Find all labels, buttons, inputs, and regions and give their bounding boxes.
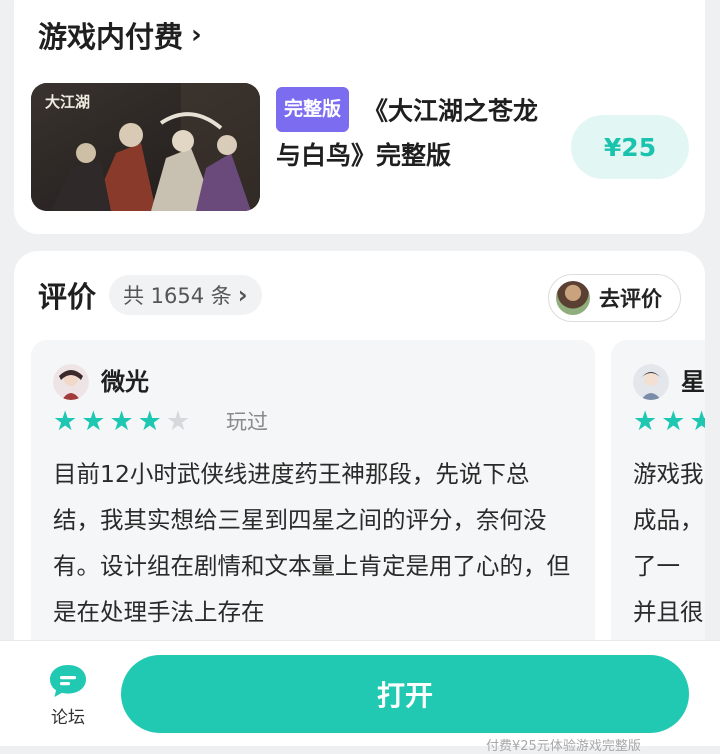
star-filled-icon: ★: [81, 406, 106, 437]
review-text-line: 并且很: [633, 598, 704, 626]
review-card[interactable]: 微光 ★ ★ ★ ★ ★ 玩过 目前12小时武侠线进度药王神那段，先说下总结，我其实想给…: [31, 340, 595, 671]
avatar: [633, 364, 669, 400]
review-text-line: 了一: [633, 552, 680, 580]
review-text: 目前12小时武侠线进度药王神那段，先说下总结，我其实想给三星到四星之间的评分，奈…: [53, 460, 570, 626]
review-text-line: 成品，: [633, 506, 704, 534]
game-thumbnail[interactable]: 大江湖: [31, 83, 260, 211]
review-card[interactable]: 星 ★★★★★ 游戏我 成品， 了一 并且很: [611, 340, 705, 671]
price-button[interactable]: ¥25: [571, 115, 689, 179]
my-avatar: [556, 281, 590, 315]
star-filled-icon: ★: [633, 406, 658, 437]
play-status: 玩过: [226, 410, 268, 434]
reviewer-name: 微光: [101, 368, 149, 396]
forum-button[interactable]: 论坛: [40, 663, 96, 728]
star-filled-icon: ★: [137, 406, 162, 437]
iap-section-header[interactable]: 游戏内付费 ›: [38, 14, 202, 56]
star-filled-icon: ★: [661, 406, 686, 437]
star-filled-icon: ★: [53, 406, 78, 437]
avatar: [53, 364, 89, 400]
star-empty-icon: ★: [165, 406, 191, 437]
review-text-line: 游戏我: [633, 460, 704, 488]
iap-item-title[interactable]: 完整版 《大江湖之苍龙与白鸟》完整版: [276, 87, 561, 176]
rating-stars: ★★★★★: [53, 407, 190, 437]
chevron-right-icon: ›: [237, 281, 248, 309]
open-button[interactable]: 打开: [121, 655, 689, 733]
write-review-label: 去评价: [599, 287, 662, 311]
iap-section-title: 游戏内付费: [38, 20, 184, 54]
forum-label: 论坛: [51, 708, 85, 728]
reviewer-name: 星: [681, 368, 705, 396]
review-count: 共 1654 条: [123, 284, 232, 308]
chevron-right-icon: ›: [191, 20, 202, 50]
iap-card: 游戏内付费 › 大江湖 完整版 《大江湖之苍龙与白鸟》完整版 ¥25: [14, 0, 705, 234]
star-filled-icon: ★: [109, 406, 134, 437]
rating-stars: ★★★★★: [633, 407, 705, 437]
game-art-image: 大江湖: [31, 83, 260, 211]
reviews-section: 评价 共 1654 条 › 去评价 微光 ★ ★ ★ ★ ★ 玩过 目前12小时武侠线进…: [14, 251, 705, 671]
reviews-title: 评价: [38, 280, 97, 314]
bottom-action-bar: 论坛 打开 付费¥25元体验游戏完整版: [0, 640, 720, 754]
review-count-chip[interactable]: 共 1654 条 ›: [109, 275, 262, 315]
full-version-badge: 完整版: [276, 87, 350, 132]
chat-bubble-icon: [50, 665, 86, 697]
write-review-button[interactable]: 去评价: [548, 274, 681, 322]
star-filled-icon: ★: [689, 406, 705, 437]
game-logo-text: 大江湖: [45, 93, 90, 111]
review-text: 游戏我 成品， 了一 并且很: [633, 451, 705, 635]
